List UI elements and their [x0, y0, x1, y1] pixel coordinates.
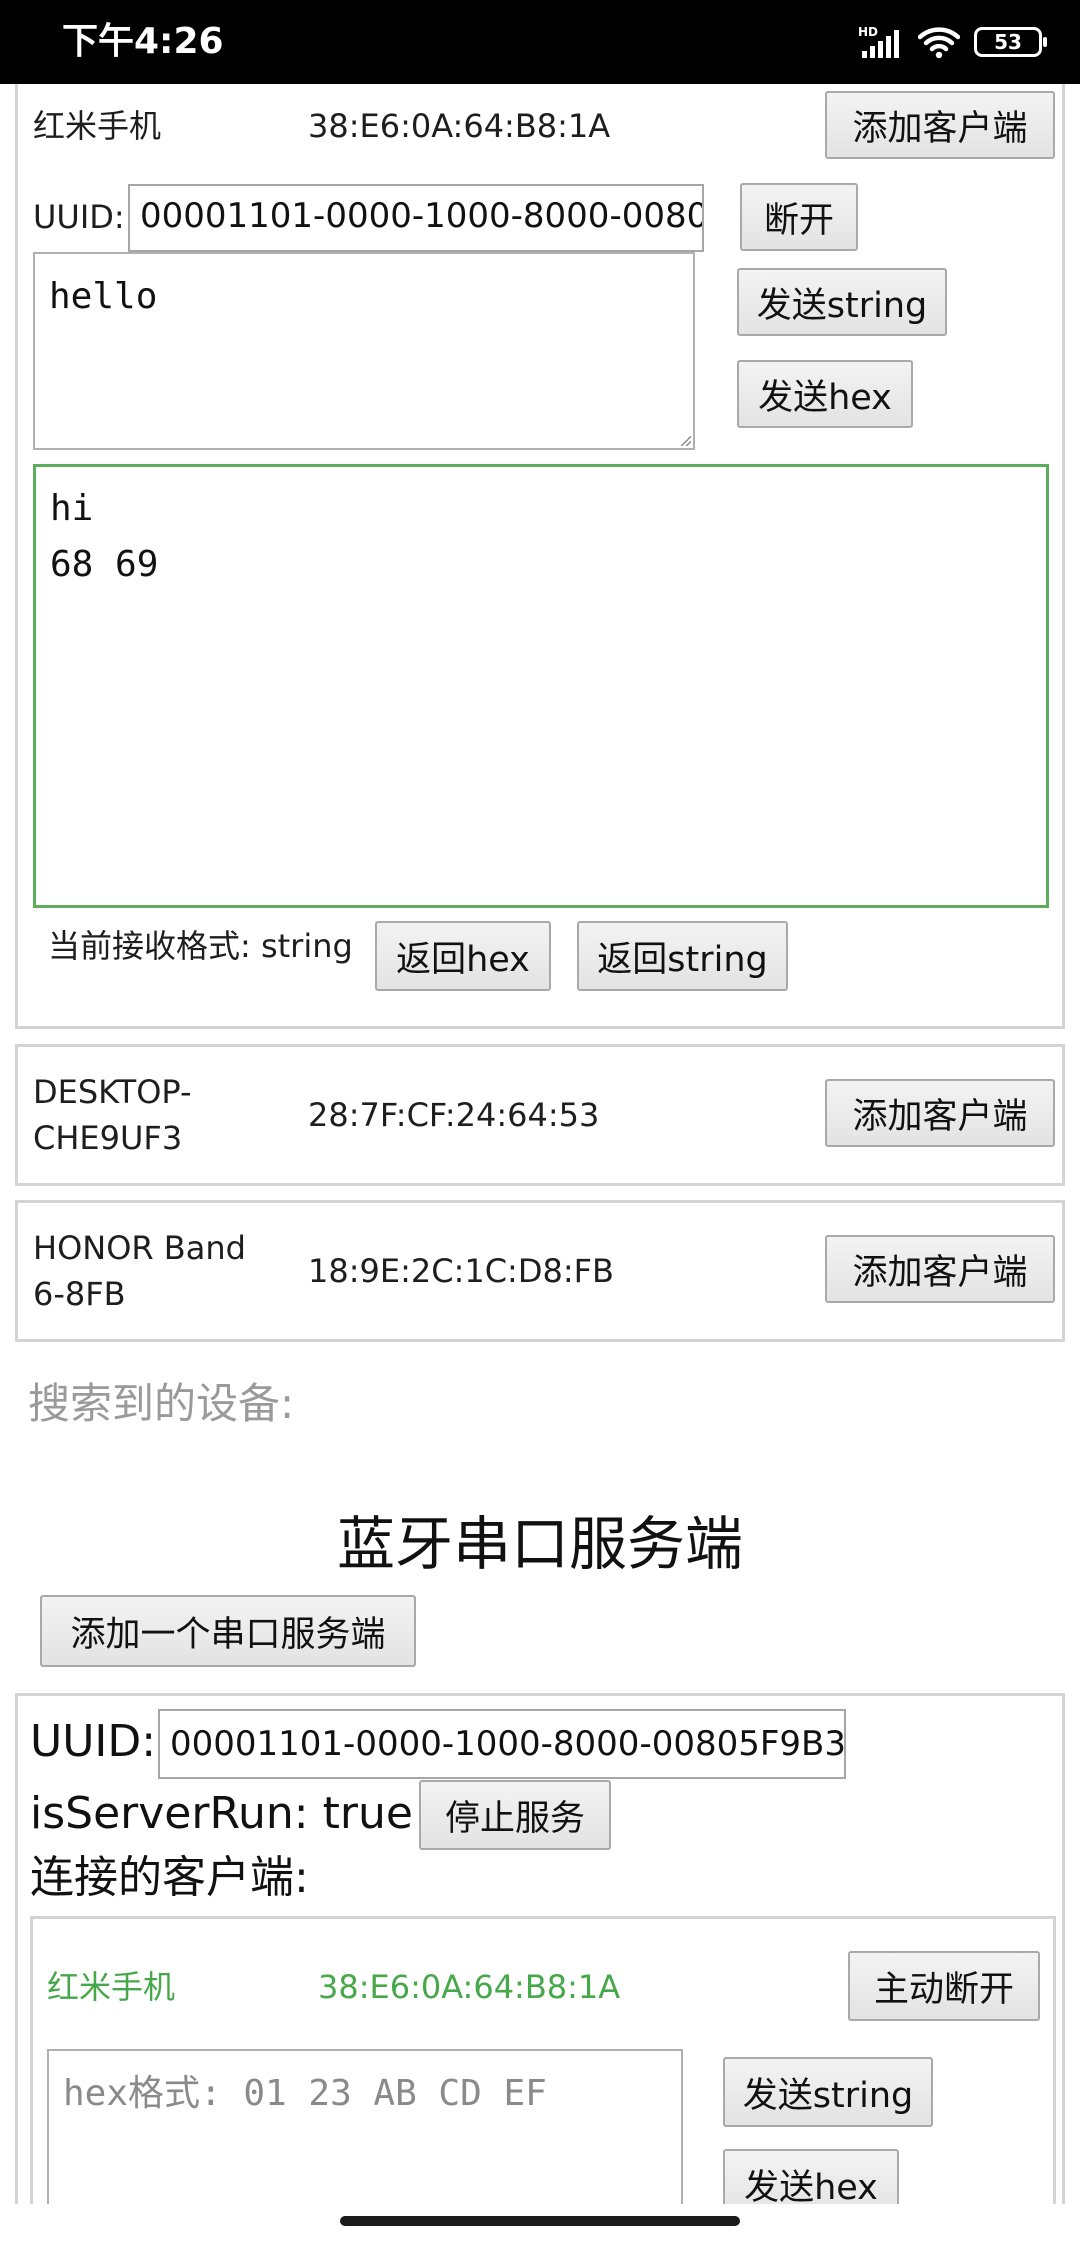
- searched-devices-label: 搜索到的设备:: [28, 1379, 295, 1428]
- add-client-button[interactable]: 添加客户端: [825, 1079, 1055, 1147]
- add-client-button[interactable]: 添加客户端: [825, 91, 1055, 159]
- status-icons: HD 53: [858, 20, 1047, 64]
- status-time: 下午4:26: [62, 21, 224, 62]
- uuid-input[interactable]: 00001101-0000-1000-8000-00805F9B34FB: [128, 184, 704, 252]
- battery-level: 53: [994, 30, 1022, 54]
- server-card: UUID: 00001101-0000-1000-8000-00805F9B34…: [15, 1693, 1065, 2204]
- device-card-honor: HONOR Band 6-8FB 18:9E:2C:1C:D8:FB 添加客户端: [15, 1200, 1065, 1342]
- add-client-button[interactable]: 添加客户端: [825, 1235, 1055, 1303]
- send-textarea[interactable]: hello: [33, 252, 695, 450]
- home-indicator[interactable]: [340, 2216, 740, 2226]
- page-content: 红米手机 38:E6:0A:64:B8:1A 添加客户端 UUID: 00001…: [0, 84, 1080, 2204]
- device-name: DESKTOP-CHE9UF3: [33, 1073, 192, 1157]
- back-hex-button[interactable]: 返回hex: [375, 921, 551, 991]
- signal-icon: HD: [858, 25, 899, 58]
- device-card-redmi: 红米手机 38:E6:0A:64:B8:1A 添加客户端 UUID: 00001…: [15, 84, 1065, 1029]
- svg-text:HD: HD: [858, 25, 878, 39]
- uuid-label: UUID:: [33, 198, 125, 236]
- back-string-button[interactable]: 返回string: [577, 921, 788, 991]
- client-send-string-button[interactable]: 发送string: [723, 2057, 933, 2127]
- client-mac: 38:E6:0A:64:B8:1A: [318, 1968, 621, 2006]
- server-title: 蓝牙串口服务端: [336, 1510, 743, 1578]
- server-uuid-label: UUID:: [30, 1716, 157, 1767]
- disconnect-button[interactable]: 断开: [740, 183, 858, 251]
- send-string-button[interactable]: 发送string: [737, 268, 947, 336]
- send-hex-button[interactable]: 发送hex: [737, 360, 913, 428]
- battery-icon: 53: [974, 27, 1047, 57]
- force-disconnect-button[interactable]: 主动断开: [848, 1951, 1040, 2021]
- receive-area[interactable]: hi 68 69: [33, 464, 1049, 908]
- client-send-textarea[interactable]: hex格式: 01 23 AB CD EF: [47, 2049, 683, 2204]
- add-server-button[interactable]: 添加一个串口服务端: [40, 1595, 416, 1667]
- device-mac: 28:7F:CF:24:64:53: [308, 1096, 600, 1134]
- server-run-status: isServerRun: true: [30, 1788, 413, 1839]
- client-send-hex-button[interactable]: 发送hex: [723, 2149, 899, 2204]
- device-card-desktop: DESKTOP-CHE9UF3 28:7F:CF:24:64:53 添加客户端: [15, 1044, 1065, 1186]
- client-name: 红米手机: [47, 1968, 176, 2006]
- send-text: hello: [49, 276, 158, 317]
- wifi-icon: [918, 27, 960, 59]
- client-card: 红米手机 38:E6:0A:64:B8:1A 主动断开 hex格式: 01 23…: [30, 1916, 1056, 2204]
- device-mac: 18:9E:2C:1C:D8:FB: [308, 1252, 614, 1290]
- receive-format-label: 当前接收格式: string: [48, 927, 353, 965]
- device-name: HONOR Band 6-8FB: [33, 1229, 246, 1313]
- device-mac: 38:E6:0A:64:B8:1A: [308, 107, 611, 145]
- device-name: 红米手机: [33, 107, 162, 145]
- stop-service-button[interactable]: 停止服务: [419, 1780, 611, 1850]
- client-send-placeholder: hex格式: 01 23 AB CD EF: [63, 2073, 547, 2114]
- status-bar: 下午4:26 HD 53: [0, 0, 1080, 84]
- connected-clients-label: 连接的客户端:: [30, 1852, 309, 1903]
- server-uuid-input[interactable]: 00001101-0000-1000-8000-00805F9B34FB: [158, 1709, 846, 1779]
- resize-handle[interactable]: [681, 436, 691, 446]
